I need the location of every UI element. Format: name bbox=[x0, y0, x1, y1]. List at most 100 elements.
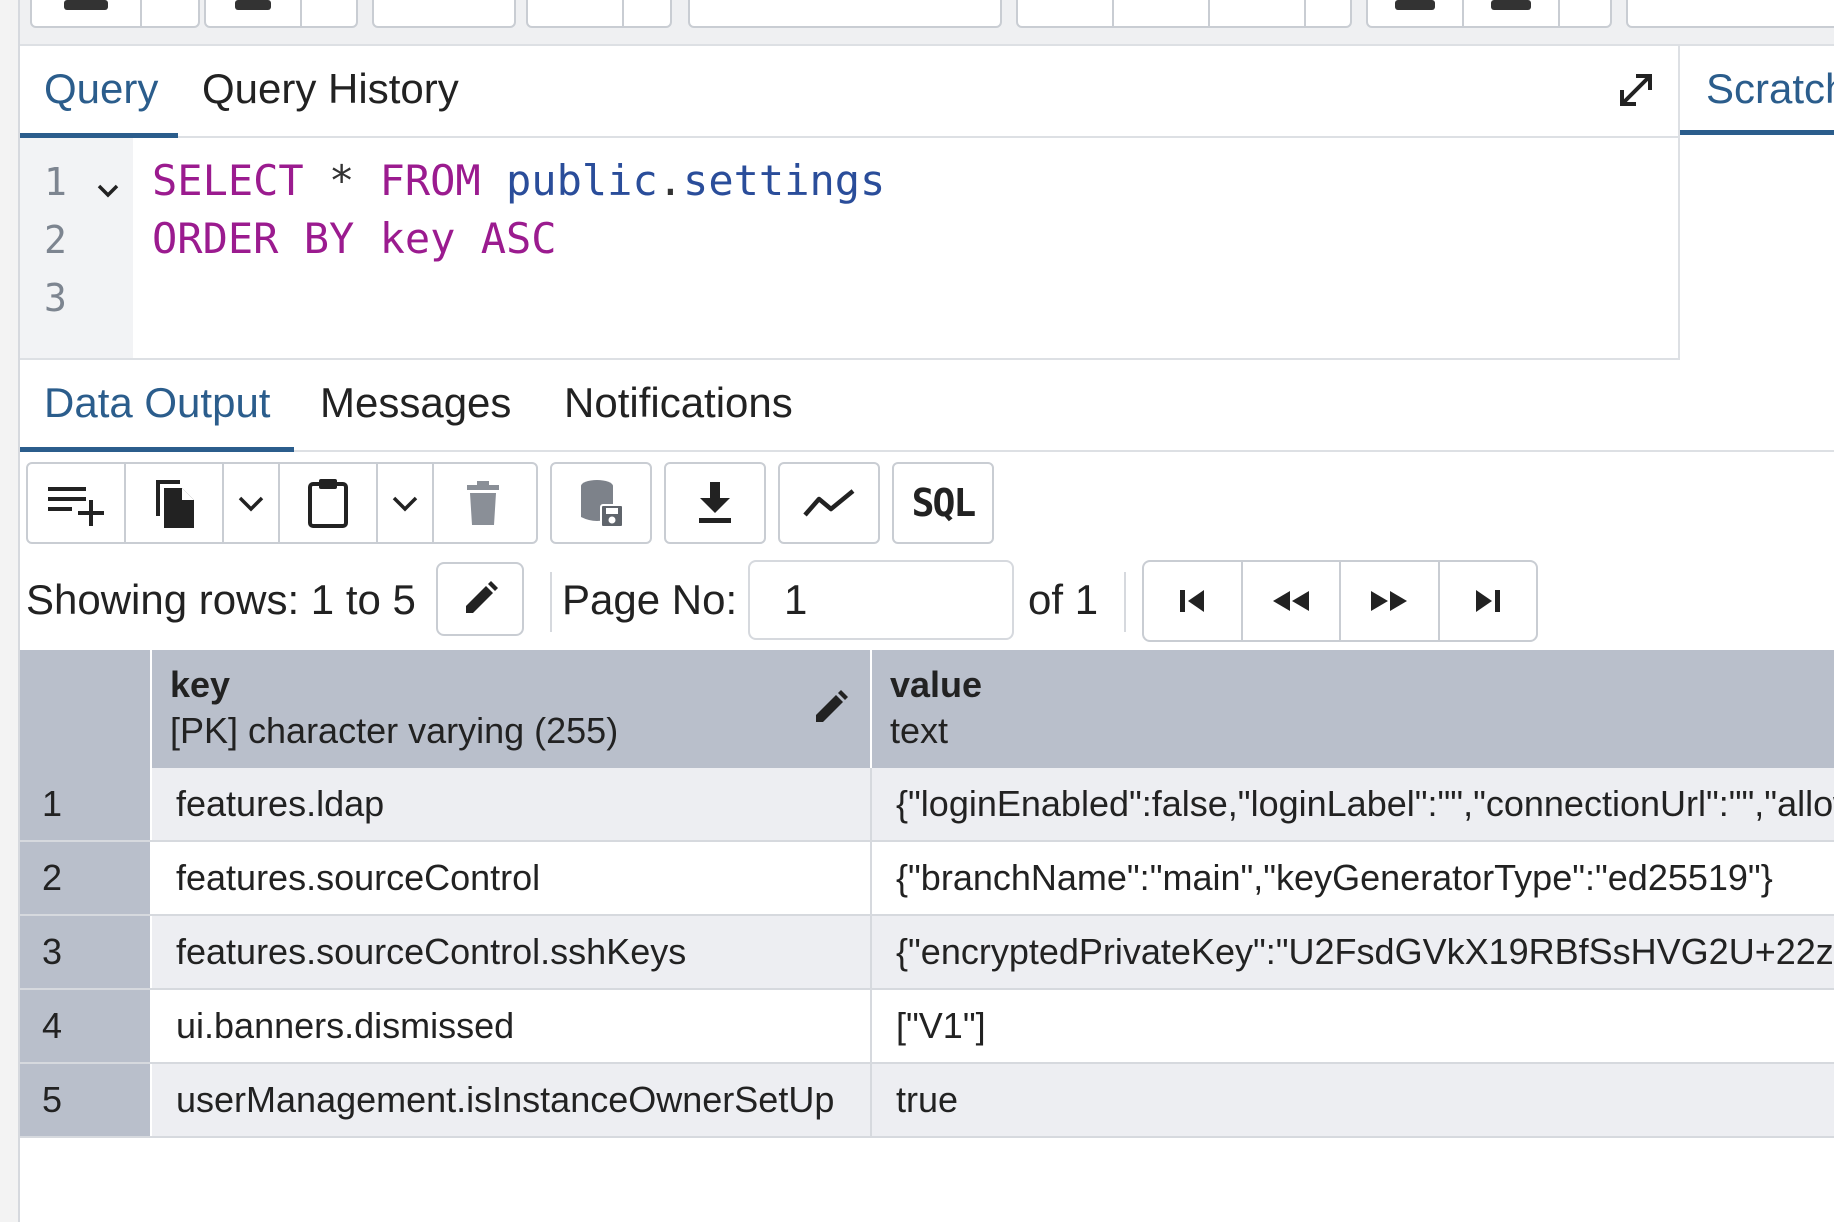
data-output-toolbar: SQL bbox=[20, 452, 1834, 554]
cell-key[interactable]: userManagement.isInstanceOwnerSetUp bbox=[152, 1064, 872, 1136]
row-number[interactable]: 1 bbox=[20, 768, 152, 840]
graph-visualiser-button[interactable] bbox=[780, 464, 878, 542]
sql-punctuation: . bbox=[657, 156, 684, 205]
sql-keyword: SELECT bbox=[152, 156, 304, 205]
window-left-border bbox=[0, 0, 20, 1222]
execute-script-button[interactable] bbox=[1210, 0, 1306, 26]
commit-button[interactable] bbox=[1368, 0, 1464, 26]
row-number[interactable]: 3 bbox=[20, 916, 152, 988]
save-file-button[interactable] bbox=[206, 0, 302, 26]
sql-identifier: settings bbox=[683, 156, 886, 205]
code-line: ORDER BY key ASC bbox=[152, 214, 557, 263]
tab-notifications[interactable]: Notifications bbox=[564, 360, 793, 452]
edit-rows-group bbox=[26, 462, 538, 544]
toolbar-group-filter bbox=[526, 0, 672, 28]
cell-value[interactable]: {"loginEnabled":false,"loginLabel":"","c… bbox=[872, 768, 1834, 840]
sql-editor[interactable]: 1 2 3 SELECT * FROM public.settings ORDE… bbox=[20, 138, 1678, 360]
cell-value[interactable]: true bbox=[872, 1064, 1834, 1136]
execute-button[interactable] bbox=[1114, 0, 1210, 26]
paste-button[interactable] bbox=[280, 464, 378, 542]
tab-data-output[interactable]: Data Output bbox=[44, 360, 270, 452]
save-data-group bbox=[550, 462, 652, 544]
table-row[interactable]: 4 ui.banners.dismissed ["V1"] bbox=[20, 990, 1834, 1064]
column-name: value bbox=[890, 664, 983, 705]
table-row[interactable]: 5 userManagement.isInstanceOwnerSetUp tr… bbox=[20, 1064, 1834, 1138]
table-row[interactable]: 3 features.sourceControl.sshKeys {"encry… bbox=[20, 916, 1834, 990]
sql-keyword: FROM bbox=[379, 156, 481, 205]
macros-button[interactable] bbox=[1628, 0, 1724, 26]
column-header-key[interactable]: key [PK] character varying (255) bbox=[152, 650, 872, 768]
copy-button[interactable] bbox=[126, 464, 224, 542]
chevron-down-icon bbox=[238, 496, 264, 512]
add-row-icon bbox=[48, 487, 104, 526]
cell-key[interactable]: features.sourceControl bbox=[152, 842, 872, 914]
add-row-button[interactable] bbox=[28, 464, 126, 542]
paste-icon bbox=[308, 479, 348, 528]
last-page-button[interactable] bbox=[1440, 562, 1537, 640]
filter-button[interactable] bbox=[528, 0, 624, 26]
row-number[interactable]: 4 bbox=[20, 990, 152, 1062]
cell-key[interactable]: features.sourceControl.sshKeys bbox=[152, 916, 872, 988]
tab-query-history[interactable]: Query History bbox=[202, 46, 459, 138]
pagination-bar: Showing rows: 1 to 5 Page No: 1 of 1 bbox=[20, 554, 1834, 650]
editor-gutter: 1 2 3 bbox=[20, 138, 133, 358]
fold-chevron-icon[interactable] bbox=[94, 176, 122, 204]
main-toolbar bbox=[20, 0, 1834, 46]
sql-icon: SQL bbox=[911, 481, 977, 525]
save-data-icon bbox=[581, 480, 624, 528]
last-page-icon bbox=[1475, 590, 1500, 612]
sql-operator: * bbox=[303, 156, 380, 205]
download-button[interactable] bbox=[666, 464, 764, 542]
page-number-label: Page No: bbox=[562, 576, 738, 623]
table-row[interactable]: 1 features.ldap {"loginEnabled":false,"l… bbox=[20, 768, 1834, 842]
edit-button[interactable] bbox=[374, 0, 514, 26]
sql-group: SQL bbox=[892, 462, 994, 544]
maximize-icon[interactable] bbox=[1614, 68, 1658, 112]
view-sql-button[interactable]: SQL bbox=[894, 464, 992, 542]
filter-dropdown[interactable] bbox=[624, 0, 670, 26]
sql-keyword: ORDER BY key ASC bbox=[152, 214, 557, 263]
cell-value[interactable]: {"branchName":"main","keyGeneratorType":… bbox=[872, 842, 1834, 914]
paste-options-dropdown[interactable] bbox=[378, 464, 434, 542]
page-navigation bbox=[1142, 560, 1538, 642]
pencil-icon bbox=[466, 581, 498, 613]
tab-messages[interactable]: Messages bbox=[320, 360, 511, 452]
code-line: SELECT * FROM public.settings bbox=[152, 156, 885, 205]
first-page-button[interactable] bbox=[1144, 562, 1243, 640]
tab-query[interactable]: Query bbox=[44, 46, 158, 138]
toolbar-group-macros bbox=[1626, 0, 1834, 28]
query-tab-bar: Query Query History bbox=[20, 46, 1680, 138]
row-limit-select[interactable] bbox=[688, 0, 1002, 28]
open-file-dropdown[interactable] bbox=[142, 0, 198, 26]
pager-divider bbox=[550, 572, 552, 632]
edit-row-range-button[interactable] bbox=[436, 562, 524, 636]
table-row[interactable]: 2 features.sourceControl {"branchName":"… bbox=[20, 842, 1834, 916]
rollback-button[interactable] bbox=[1464, 0, 1560, 26]
save-file-dropdown[interactable] bbox=[302, 0, 356, 26]
save-data-button[interactable] bbox=[552, 464, 650, 542]
column-header-value[interactable]: value text bbox=[872, 650, 1834, 768]
execute-dropdown[interactable] bbox=[1306, 0, 1350, 26]
stop-button[interactable] bbox=[1018, 0, 1114, 26]
scratch-pad-panel: Scratch bbox=[1678, 46, 1834, 360]
open-file-button[interactable] bbox=[32, 0, 142, 26]
delete-row-button[interactable] bbox=[434, 464, 532, 542]
cell-key[interactable]: ui.banners.dismissed bbox=[152, 990, 872, 1062]
transaction-dropdown[interactable] bbox=[1560, 0, 1610, 26]
pencil-icon[interactable] bbox=[810, 688, 850, 728]
next-page-button[interactable] bbox=[1341, 562, 1440, 640]
row-number[interactable]: 5 bbox=[20, 1064, 152, 1136]
download-icon bbox=[699, 482, 731, 523]
grid-header: key [PK] character varying (255) value t… bbox=[20, 650, 1834, 768]
cell-value[interactable]: ["V1"] bbox=[872, 990, 1834, 1062]
row-number-header[interactable] bbox=[20, 650, 152, 768]
tab-scratch-pad[interactable]: Scratch bbox=[1706, 46, 1834, 132]
row-number[interactable]: 2 bbox=[20, 842, 152, 914]
cell-key[interactable]: features.ldap bbox=[152, 768, 872, 840]
line-number: 1 bbox=[44, 160, 67, 204]
previous-page-button[interactable] bbox=[1243, 562, 1341, 640]
rows-shown-label: Showing rows: 1 to 5 bbox=[26, 576, 416, 623]
copy-options-dropdown[interactable] bbox=[224, 464, 280, 542]
cell-value[interactable]: {"encryptedPrivateKey":"U2FsdGVkX19RBfSs… bbox=[872, 916, 1834, 988]
page-number-input[interactable]: 1 bbox=[748, 560, 1014, 640]
